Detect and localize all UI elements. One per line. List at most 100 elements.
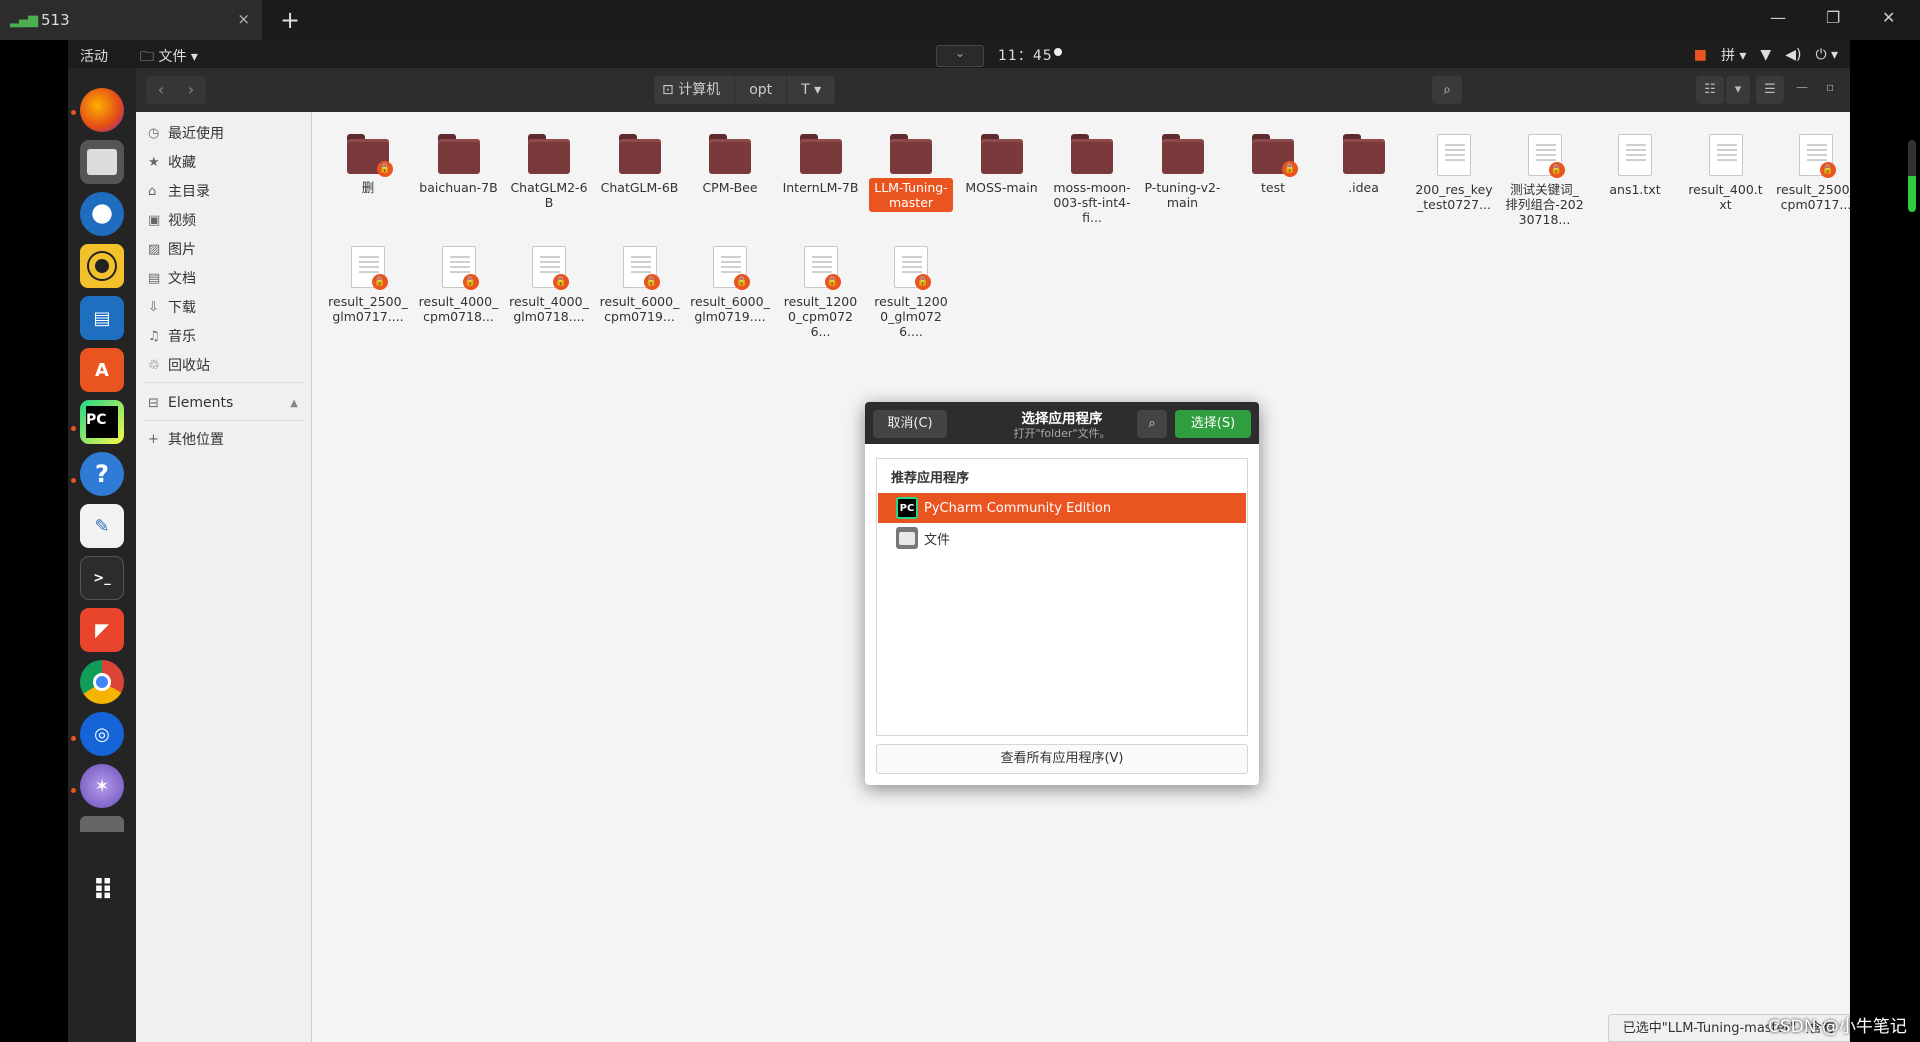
select-button[interactable]: 选择(S) [1175, 410, 1251, 438]
thunderbird-icon[interactable] [80, 192, 124, 236]
app-row-pycharm[interactable]: PC PyCharm Community Edition [878, 493, 1246, 523]
file-item[interactable]: 🔒 result_4000_cpm0718... [417, 246, 501, 326]
menu-icon[interactable]: ☰ [1756, 76, 1784, 104]
sidebar-item-elements[interactable]: ⊟ Elements ▲ [148, 390, 298, 416]
folder-item[interactable]: CPM-Bee [688, 134, 772, 197]
folder-item[interactable]: LLM-Tuning-master [869, 134, 953, 212]
software-center-icon[interactable]: A [80, 348, 124, 392]
minimize-button[interactable]: — [1770, 8, 1786, 27]
download-icon: ⇩ [148, 299, 159, 315]
sidebar-item-other-locations[interactable]: + 其他位置 [148, 426, 224, 452]
list-view-icon[interactable]: ☷ [1696, 76, 1724, 104]
sidebar-item[interactable]: ◷ 最近使用 [148, 120, 224, 146]
wifi-icon[interactable]: ▼ [1760, 47, 1771, 63]
text-file-icon: 🔒 [441, 246, 479, 290]
folder-item[interactable]: .idea [1322, 134, 1406, 197]
sidebar-item-label: 主目录 [168, 184, 210, 200]
file-item[interactable]: 🔒 result_2500_glm0717.... [326, 246, 410, 326]
app-menu[interactable]: 🗀 文件 ▾ [140, 46, 198, 70]
sidebar-item[interactable]: ♲ 回收站 [148, 352, 210, 378]
forward-button[interactable]: › [176, 76, 206, 104]
todesk-icon[interactable]: ◎ [80, 712, 124, 756]
volume-level-bar[interactable] [1908, 140, 1916, 212]
activities-button[interactable]: 活动 [80, 46, 108, 66]
folder-item[interactable]: baichuan-7B [417, 134, 501, 197]
home-icon: ⌂ [148, 183, 157, 199]
volume-icon[interactable]: ◀) [1785, 47, 1801, 63]
help-icon[interactable]: ? [80, 452, 124, 496]
new-tab-button[interactable]: + [280, 6, 300, 34]
firefox-icon[interactable] [80, 88, 124, 132]
sidebar-item[interactable]: ♫ 音乐 [148, 323, 196, 349]
maximize-icon[interactable]: ▫ [1826, 80, 1834, 94]
clock-dropdown[interactable]: ⌄ [936, 45, 984, 67]
file-item[interactable]: ans1.txt [1593, 134, 1677, 199]
files-icon[interactable] [80, 140, 124, 184]
wps-icon[interactable]: ◤ [80, 608, 124, 652]
pycharm-icon[interactable]: PC [80, 400, 124, 444]
sidebar-item[interactable]: ▣ 视频 [148, 207, 196, 233]
folder-item[interactable]: 🔒 删 [326, 134, 410, 197]
breadcrumb-opt[interactable]: opt [735, 76, 788, 104]
show-apps-icon[interactable]: ⠿ [80, 868, 124, 912]
breadcrumb-computer[interactable]: ⊡ 计算机 [654, 76, 736, 104]
breadcrumb-t[interactable]: T ▾ [787, 76, 837, 104]
minimize-icon[interactable]: — [1796, 80, 1808, 94]
session-tab-label: 513 [41, 11, 70, 29]
cancel-button[interactable]: 取消(C) [873, 410, 947, 438]
terminal-icon[interactable]: >_ [80, 556, 124, 600]
sidebar-item[interactable]: ⌂ 主目录 [148, 178, 210, 204]
folder-item[interactable]: InternLM-7B [779, 134, 863, 197]
folder-item[interactable]: ChatGLM-6B [598, 134, 682, 197]
input-method-icon[interactable]: 拼 ▾ [1721, 45, 1746, 65]
eject-icon[interactable]: ▲ [290, 398, 298, 409]
tab-close-icon[interactable]: × [237, 10, 250, 28]
restore-button[interactable]: ❐ [1826, 8, 1840, 27]
application-list: 推荐应用程序 PC PyCharm Community Edition 文件 [876, 458, 1248, 736]
lock-icon: 🔒 [1820, 162, 1836, 178]
lock-icon: 🔒 [824, 274, 841, 290]
power-icon[interactable]: ⏻ ▾ [1815, 47, 1838, 63]
chrome-icon[interactable] [80, 660, 124, 704]
remote-screen: 活动 🗀 文件 ▾ ⌄ 11：45 ■ 拼 ▾ ▼ ◀) ⏻ ▾ ▤ A PC … [68, 40, 1850, 1042]
file-item[interactable]: 🔒 result_6000_cpm0719... [598, 246, 682, 326]
file-name-label: MOSS-main [965, 180, 1038, 195]
app-indicator-icon[interactable]: ■ [1694, 47, 1707, 63]
folder-icon: 🔒 [1252, 134, 1298, 177]
back-button[interactable]: ‹ [146, 76, 176, 104]
file-item[interactable]: 🔒 result_12000_glm0726.... [869, 246, 953, 341]
search-icon[interactable]: ⌕ [1137, 410, 1167, 438]
clock-label[interactable]: 11：45 [998, 45, 1053, 65]
file-name-label: 200_res_key_test0727... [1415, 182, 1493, 212]
network-app-icon[interactable]: ✶ [80, 764, 124, 808]
search-button[interactable]: ⌕ [1432, 76, 1462, 104]
remote-session-tab[interactable]: ▂▄▆ 513 × [0, 0, 262, 40]
rhythmbox-icon[interactable] [80, 244, 124, 288]
text-editor-icon[interactable]: ✎ [80, 504, 124, 548]
view-all-applications-button[interactable]: 查看所有应用程序(V) [876, 744, 1248, 774]
folder-item[interactable]: P-tuning-v2-main [1141, 134, 1225, 212]
file-item[interactable]: 🔒 测试关键词_排列组合-20230718... [1503, 134, 1587, 229]
removable-drive-icon[interactable] [80, 816, 124, 832]
sidebar-item[interactable]: ⇩ 下载 [148, 294, 196, 320]
folder-item[interactable]: moss-moon-003-sft-int4-fi... [1050, 134, 1134, 227]
file-item[interactable]: 🔒 result_6000_glm0719.... [688, 246, 772, 326]
folder-item[interactable]: 🔒 test [1231, 134, 1315, 197]
dialog-subtitle: 打开"folder"文件。 [1013, 427, 1111, 440]
libreoffice-writer-icon[interactable]: ▤ [80, 296, 124, 340]
view-options-chevron-icon[interactable]: ▾ [1726, 76, 1750, 104]
file-item[interactable]: 🔒 result_4000_glm0718.... [507, 246, 591, 326]
file-item[interactable]: 🔒 result_2500_cpm0717... [1774, 134, 1850, 214]
sidebar-item[interactable]: ▨ 图片 [148, 236, 196, 262]
window-close-button[interactable]: ✕ [1882, 8, 1895, 27]
file-item[interactable]: 200_res_key_test0727... [1412, 134, 1496, 214]
file-item[interactable]: result_400.txt [1684, 134, 1768, 214]
sidebar-item[interactable]: ▤ 文档 [148, 265, 196, 291]
sidebar-item[interactable]: ★ 收藏 [148, 149, 196, 175]
folder-item[interactable]: MOSS-main [960, 134, 1044, 197]
running-indicator [71, 788, 76, 793]
file-item[interactable]: 🔒 result_12000_cpm0726... [779, 246, 863, 341]
trash-icon: ♲ [148, 357, 160, 373]
app-row-files[interactable]: 文件 [878, 523, 1246, 553]
folder-item[interactable]: ChatGLM2-6B [507, 134, 591, 212]
